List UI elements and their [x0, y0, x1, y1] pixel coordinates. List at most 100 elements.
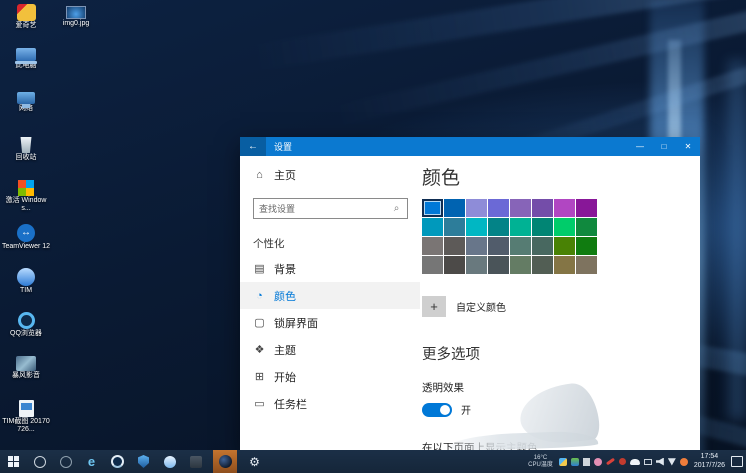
- color-swatch[interactable]: [466, 218, 487, 236]
- color-swatch[interactable]: [444, 218, 465, 236]
- active-app-button[interactable]: [213, 450, 237, 473]
- pen-tray-icon[interactable]: [606, 458, 615, 466]
- color-swatch[interactable]: [554, 218, 575, 236]
- taskbar-apps: e ⚙: [5, 450, 263, 473]
- windows-logo-icon: [8, 456, 19, 467]
- photo-tray-icon[interactable]: [571, 458, 579, 466]
- window-controls: — □ ✕: [628, 137, 700, 156]
- monitor-tray-icon[interactable]: [644, 459, 652, 465]
- color-swatch[interactable]: [466, 237, 487, 255]
- contact-tray-icon[interactable]: [594, 458, 602, 466]
- color-swatch[interactable]: [488, 199, 509, 217]
- task-view-icon: [60, 456, 72, 468]
- color-swatch[interactable]: [554, 237, 575, 255]
- security-taskbar-button[interactable]: [135, 450, 152, 473]
- color-swatch[interactable]: [510, 218, 531, 236]
- tim-taskbar-button[interactable]: [161, 450, 178, 473]
- search-settings-box[interactable]: ⌕: [253, 198, 408, 219]
- color-swatch[interactable]: [532, 256, 553, 274]
- desktop-icon-qq-browser[interactable]: QQ浏览器: [0, 311, 52, 353]
- alert-tray-icon[interactable]: [619, 458, 626, 465]
- sidebar-item-lockscreen[interactable]: ▢ 锁屏界面: [240, 309, 420, 336]
- desktop-icon-baofeng[interactable]: 暴风影音: [0, 355, 52, 397]
- action-center-icon[interactable]: [731, 456, 743, 467]
- transparency-toggle[interactable]: [422, 403, 452, 417]
- color-swatch[interactable]: [422, 218, 443, 236]
- settings-taskbar-button[interactable]: ⚙: [246, 450, 263, 473]
- app-icon: [190, 456, 202, 468]
- desktop-icon-tim-screenshot[interactable]: TIM截图 20170726...: [0, 399, 52, 441]
- cloud-tray-icon[interactable]: [630, 459, 640, 465]
- desktop-icon-activate-windows[interactable]: 激活 Windows...: [0, 179, 52, 221]
- color-swatch[interactable]: [444, 237, 465, 255]
- color-swatch[interactable]: [532, 199, 553, 217]
- more-options-title: 更多选项: [422, 343, 700, 364]
- sidebar-item-home[interactable]: ⌂ 主页: [240, 164, 420, 186]
- tray-icons: [559, 458, 688, 466]
- desktop: 爱奇艺 此电脑 网络 回收站 激活 Windows... ↔ TeamViewe…: [0, 0, 746, 473]
- color-swatch[interactable]: [510, 256, 531, 274]
- edge-button[interactable]: e: [83, 450, 100, 473]
- color-swatch[interactable]: [466, 256, 487, 274]
- color-swatch[interactable]: [576, 237, 597, 255]
- desktop-icon-tim[interactable]: TIM: [0, 267, 52, 309]
- desktop-icon-recycle-bin[interactable]: 回收站: [0, 135, 52, 177]
- color-swatch[interactable]: [488, 218, 509, 236]
- color-swatch-selected[interactable]: [422, 199, 443, 217]
- color-swatch[interactable]: [532, 218, 553, 236]
- sidebar-item-taskbar[interactable]: ▭ 任务栏: [240, 390, 420, 417]
- color-swatch[interactable]: [466, 199, 487, 217]
- color-swatch[interactable]: [554, 256, 575, 274]
- wifi-tray-icon[interactable]: [668, 458, 676, 466]
- cpu-temp-widget[interactable]: 16°C CPU温度: [528, 455, 553, 469]
- custom-color-button[interactable]: +: [422, 296, 446, 317]
- color-swatch[interactable]: [444, 256, 465, 274]
- document-tray-icon[interactable]: [583, 458, 590, 466]
- sidebar-item-background[interactable]: ▤ 背景: [240, 255, 420, 282]
- minimize-button[interactable]: —: [628, 137, 652, 156]
- search-input[interactable]: [254, 204, 390, 214]
- tim-icon: [17, 268, 35, 286]
- windows-tiles-icon: [18, 180, 34, 196]
- color-swatch[interactable]: [488, 256, 509, 274]
- color-swatch[interactable]: [510, 199, 531, 217]
- color-swatch[interactable]: [444, 199, 465, 217]
- color-swatch[interactable]: [510, 237, 531, 255]
- tim-icon: [164, 456, 176, 468]
- back-button[interactable]: ←: [240, 137, 266, 156]
- desktop-icon-this-pc[interactable]: 此电脑: [0, 47, 52, 89]
- sidebar-item-label: 背景: [274, 261, 296, 277]
- close-button[interactable]: ✕: [676, 137, 700, 156]
- sidebar-item-themes[interactable]: ❖ 主题: [240, 336, 420, 363]
- color-swatch[interactable]: [532, 237, 553, 255]
- color-swatch[interactable]: [554, 199, 575, 217]
- qq-browser-taskbar-button[interactable]: [109, 450, 126, 473]
- color-swatch[interactable]: [422, 256, 443, 274]
- search-icon: ⌕: [390, 203, 403, 214]
- maximize-button[interactable]: □: [652, 137, 676, 156]
- sidebar-item-colors[interactable]: ◔ 颜色: [240, 282, 420, 309]
- app-taskbar-button[interactable]: [187, 450, 204, 473]
- cortana-button[interactable]: [31, 450, 48, 473]
- volume-tray-icon[interactable]: [656, 458, 664, 466]
- color-swatch[interactable]: [576, 218, 597, 236]
- color-swatch[interactable]: [422, 237, 443, 255]
- clock[interactable]: 17:54 2017/7/26: [694, 453, 725, 470]
- desktop-icon-teamviewer[interactable]: ↔ TeamViewer 12: [0, 223, 52, 265]
- color-swatch[interactable]: [576, 199, 597, 217]
- desktop-icon-network[interactable]: 网络: [0, 91, 52, 133]
- custom-color-label: 自定义颜色: [456, 299, 506, 314]
- color-swatch[interactable]: [488, 237, 509, 255]
- weather-tray-icon[interactable]: [559, 458, 567, 466]
- start-button[interactable]: [5, 450, 22, 473]
- iqiyi-icon: [17, 4, 36, 21]
- desktop-icon-img0[interactable]: img0.jpg: [50, 3, 102, 45]
- task-view-button[interactable]: [57, 450, 74, 473]
- shield-icon: [138, 455, 149, 468]
- desktop-icon-iqiyi[interactable]: 爱奇艺: [0, 3, 52, 45]
- color-swatch[interactable]: [576, 256, 597, 274]
- desktop-icon-column: 爱奇艺 此电脑 网络 回收站 激活 Windows... ↔ TeamViewe…: [0, 3, 52, 443]
- sidebar-item-start[interactable]: ⊞ 开始: [240, 363, 420, 390]
- sidebar-section-label: 个性化: [253, 236, 420, 251]
- security-tray-icon[interactable]: [680, 458, 688, 466]
